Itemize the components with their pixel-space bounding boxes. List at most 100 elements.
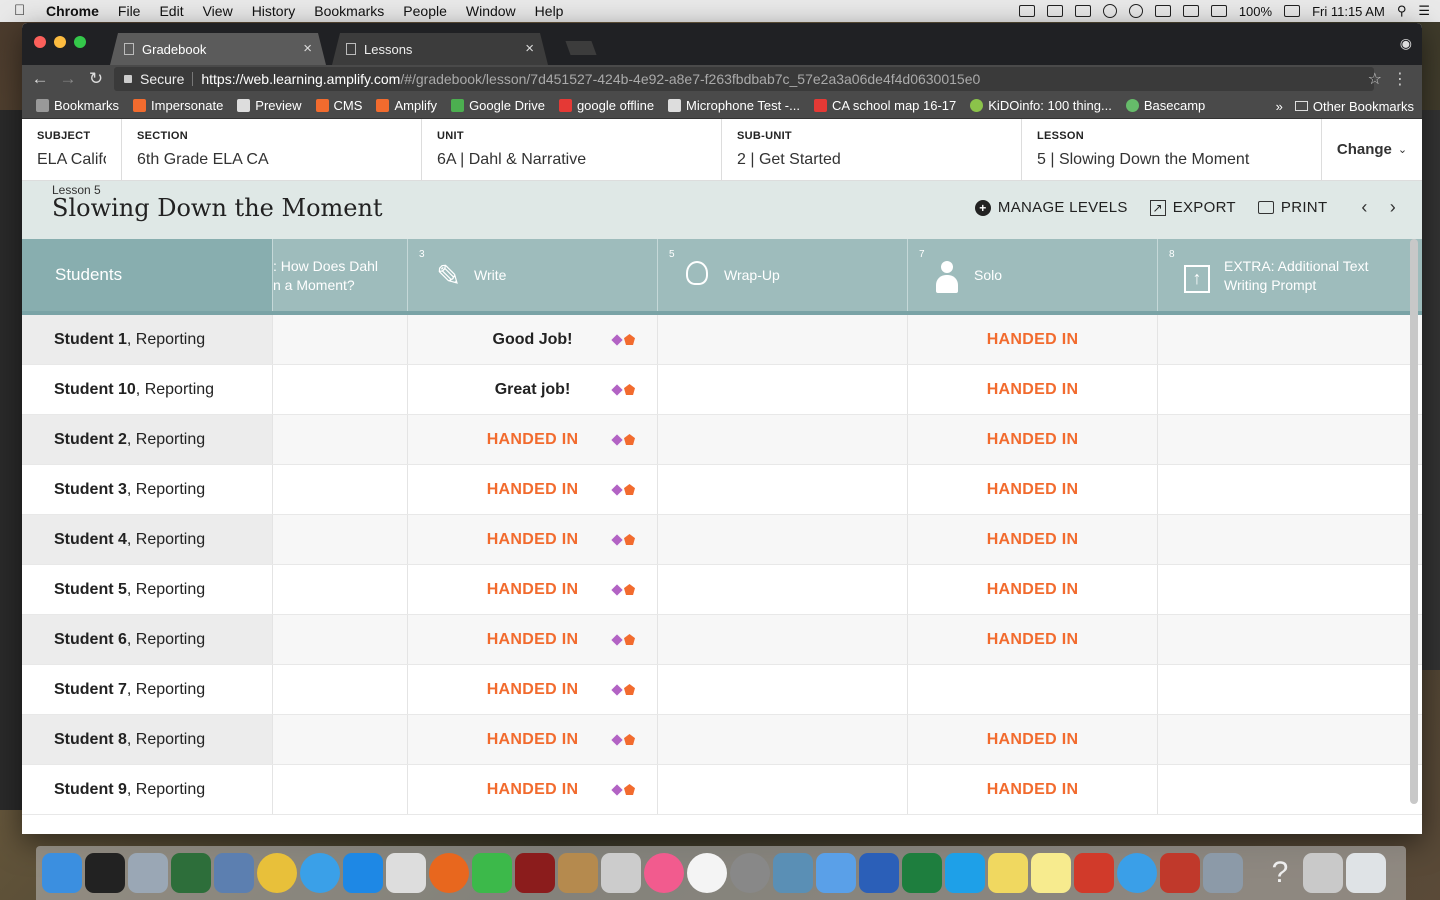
notes-icon[interactable] [1031, 853, 1071, 893]
notification-center-icon[interactable]: ☰ [1418, 3, 1430, 19]
cell-solo[interactable]: HANDED IN [907, 565, 1157, 614]
cell-wrap-up[interactable] [657, 665, 907, 714]
students-column-header[interactable]: Students [22, 239, 272, 311]
section-selector[interactable]: SECTION 6th Grade ELA CA [122, 119, 422, 180]
cell-wrap-up[interactable] [657, 365, 907, 414]
cell-solo[interactable]: HANDED IN [907, 315, 1157, 364]
bluetooth-icon[interactable] [1128, 4, 1143, 18]
word-icon[interactable] [859, 853, 899, 893]
downloads-stack-icon[interactable] [1303, 853, 1343, 893]
cell-write[interactable]: HANDED IN [407, 515, 657, 564]
previous-lesson-icon[interactable]: ‹ [1361, 197, 1367, 218]
dashboard-icon[interactable] [85, 853, 125, 893]
subject-selector[interactable]: SUBJECT ELA Califo.. [22, 119, 122, 180]
cell-solo[interactable]: HANDED IN [907, 465, 1157, 514]
student-name-cell[interactable]: Student 7, Reporting [22, 665, 272, 714]
student-name-cell[interactable]: Student 8, Reporting [22, 715, 272, 764]
battery-percent[interactable]: 100% [1239, 4, 1272, 19]
bookmark-kidoinfo[interactable]: KiDOinfo: 100 thing... [970, 98, 1112, 113]
cell-dahl[interactable] [272, 415, 407, 464]
cell-wrap-up[interactable] [657, 565, 907, 614]
cell-extra[interactable] [1157, 765, 1407, 814]
keynote-icon[interactable] [816, 853, 856, 893]
chrome-menu-icon[interactable]: ⋮ [1392, 69, 1408, 89]
vertical-scrollbar[interactable] [1410, 239, 1418, 804]
student-name-cell[interactable]: Student 5, Reporting [22, 565, 272, 614]
cell-extra[interactable] [1157, 565, 1407, 614]
cell-write[interactable]: HANDED IN [407, 415, 657, 464]
cell-write[interactable]: HANDED IN [407, 765, 657, 814]
student-name-cell[interactable]: Student 9, Reporting [22, 765, 272, 814]
cell-extra[interactable] [1157, 465, 1407, 514]
tab-lessons[interactable]: Lessons × [332, 33, 548, 65]
screenshot-icon[interactable] [1203, 853, 1243, 893]
student-name-cell[interactable]: Student 3, Reporting [22, 465, 272, 514]
change-button[interactable]: Change ⌄ [1322, 119, 1422, 180]
close-tab-icon[interactable]: × [303, 40, 312, 57]
student-name-cell[interactable]: Student 10, Reporting [22, 365, 272, 414]
clock[interactable]: Fri 11:15 AM [1312, 4, 1385, 19]
telephone-icon[interactable] [386, 853, 426, 893]
cell-wrap-up[interactable] [657, 765, 907, 814]
battery-icon[interactable] [1284, 5, 1301, 17]
bookmark-star-icon[interactable]: ☆ [1368, 69, 1382, 89]
incognito-profile-icon[interactable]: ◉ [1400, 35, 1412, 52]
cell-extra[interactable] [1157, 515, 1407, 564]
menu-edit[interactable]: Edit [159, 3, 183, 19]
cell-write[interactable]: HANDED IN [407, 665, 657, 714]
activity-header-write[interactable]: 3 ✎ Write [407, 239, 657, 311]
cell-write[interactable]: HANDED IN [407, 715, 657, 764]
activity-header-wrap-up[interactable]: 5 Wrap-Up [657, 239, 907, 311]
other-bookmarks[interactable]: Other Bookmarks [1294, 99, 1414, 114]
menu-people[interactable]: People [403, 3, 447, 19]
system-preferences-icon[interactable] [730, 853, 770, 893]
chrome-icon[interactable] [257, 853, 297, 893]
skype-icon[interactable] [945, 853, 985, 893]
memory-icon[interactable] [1074, 5, 1091, 17]
apple-icon[interactable]:  [14, 3, 28, 19]
preview-icon[interactable] [214, 853, 254, 893]
cell-write[interactable]: Great job! [407, 365, 657, 414]
trash-icon[interactable] [1346, 853, 1386, 893]
flag-icon[interactable] [1210, 5, 1227, 17]
student-name-cell[interactable]: Student 2, Reporting [22, 415, 272, 464]
cell-wrap-up[interactable] [657, 465, 907, 514]
menu-window[interactable]: Window [466, 3, 516, 19]
forward-arrow-icon[interactable]: → [54, 69, 82, 89]
volume-icon[interactable] [1182, 5, 1199, 17]
time-machine-icon[interactable] [1102, 4, 1117, 18]
close-window-button[interactable] [34, 36, 46, 48]
firefox-icon[interactable] [429, 853, 469, 893]
cell-wrap-up[interactable] [657, 715, 907, 764]
next-lesson-icon[interactable]: › [1390, 197, 1396, 218]
cell-write[interactable]: HANDED IN [407, 465, 657, 514]
cell-dahl[interactable] [272, 665, 407, 714]
stickies-icon[interactable] [988, 853, 1028, 893]
finder-icon[interactable] [42, 853, 82, 893]
cell-solo[interactable]: HANDED IN [907, 765, 1157, 814]
manage-levels-button[interactable]: + MANAGE LEVELS [974, 199, 1128, 216]
cell-dahl[interactable] [272, 615, 407, 664]
menu-bookmarks[interactable]: Bookmarks [314, 3, 384, 19]
print-button[interactable]: PRINT [1257, 199, 1328, 216]
photo-booth-icon[interactable] [515, 853, 555, 893]
minimize-window-button[interactable] [54, 36, 66, 48]
maximize-window-button[interactable] [74, 36, 86, 48]
cell-dahl[interactable] [272, 765, 407, 814]
image-capture-icon[interactable] [773, 853, 813, 893]
bookmark-amplify[interactable]: Amplify [376, 98, 437, 113]
menu-history[interactable]: History [252, 3, 296, 19]
menu-view[interactable]: View [203, 3, 233, 19]
bookmark-basecamp[interactable]: Basecamp [1125, 98, 1205, 113]
activity-monitor-icon[interactable] [171, 853, 211, 893]
cell-extra[interactable] [1157, 365, 1407, 414]
cell-solo[interactable]: HANDED IN [907, 715, 1157, 764]
bookmark-google-offline[interactable]: google offline [558, 98, 654, 113]
app-store-icon[interactable] [343, 853, 383, 893]
excel-icon[interactable] [902, 853, 942, 893]
reload-icon[interactable]: ↻ [82, 69, 110, 89]
bookmark-impersonate[interactable]: Impersonate [133, 98, 223, 113]
cell-wrap-up[interactable] [657, 315, 907, 364]
lesson-selector[interactable]: LESSON 5 | Slowing Down the Moment [1022, 119, 1322, 180]
cell-extra[interactable] [1157, 665, 1407, 714]
